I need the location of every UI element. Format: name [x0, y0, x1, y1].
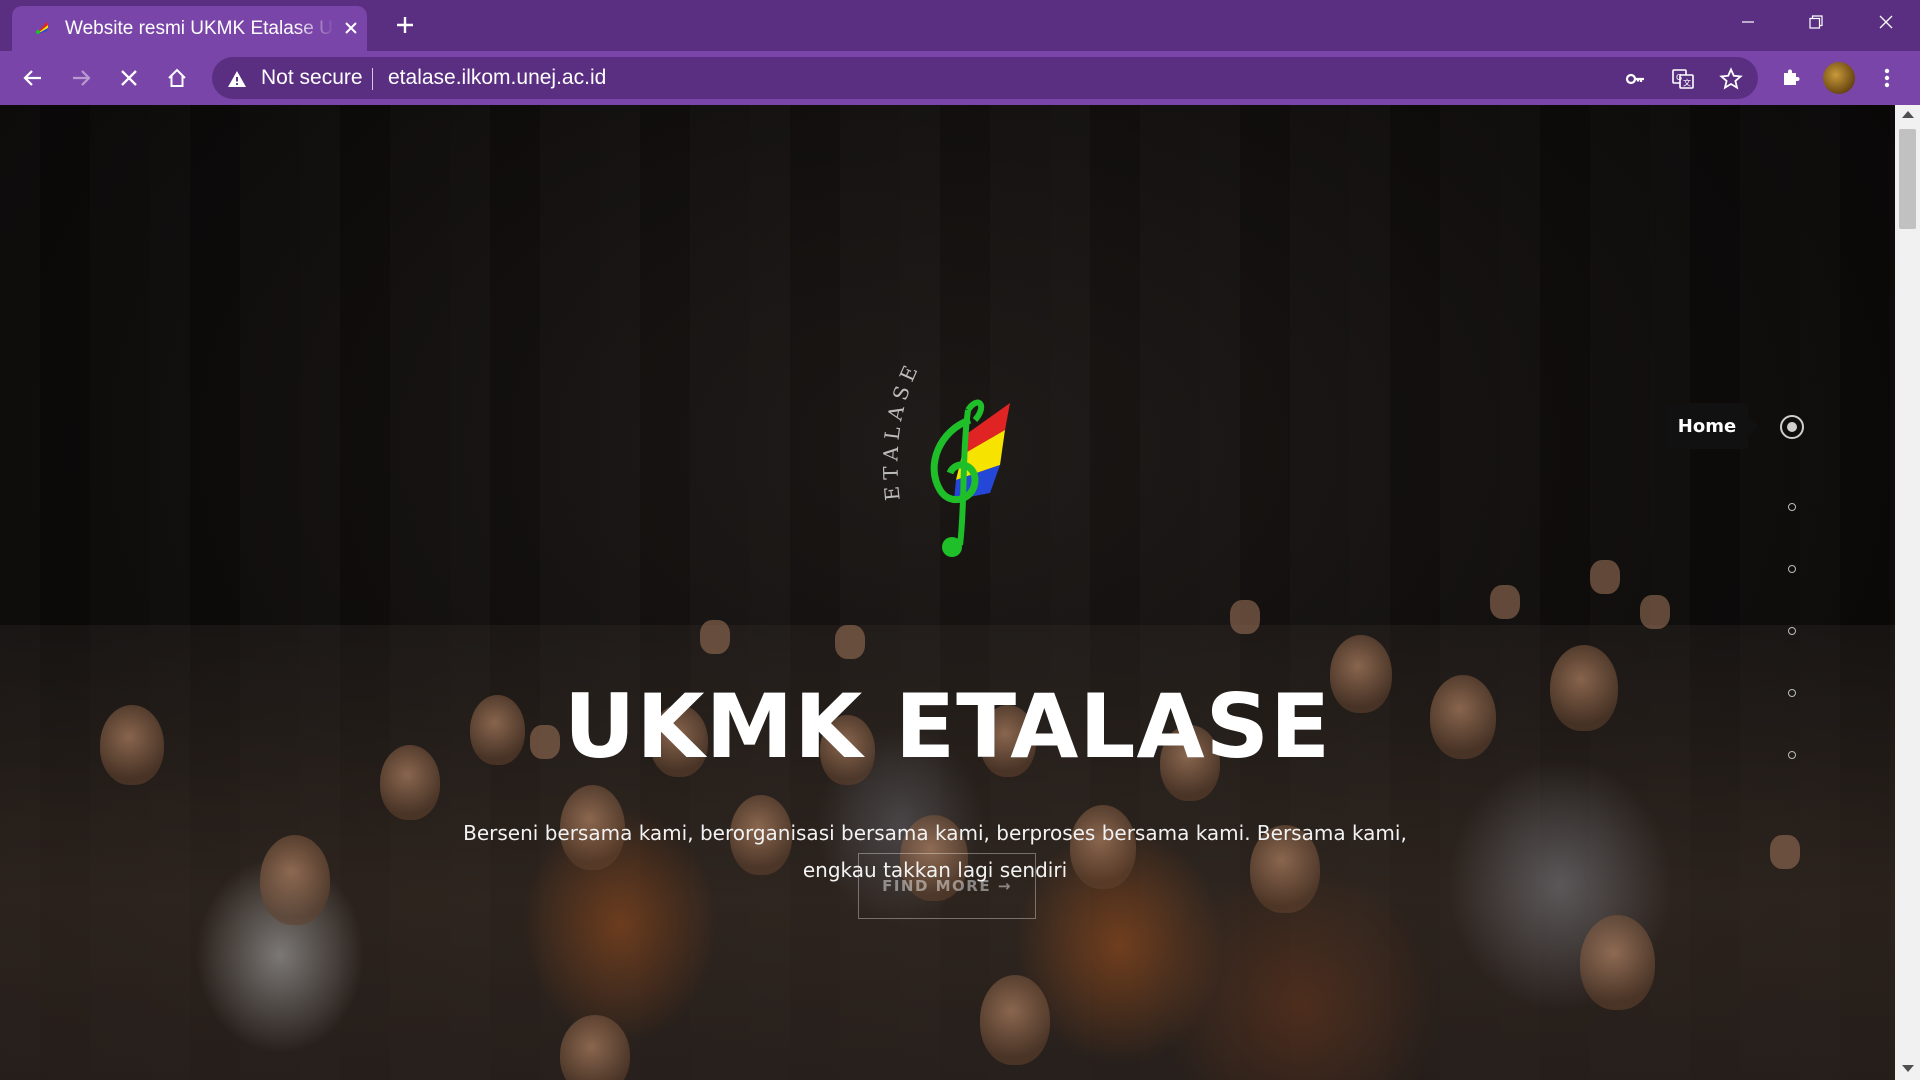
scroll-up-arrow-icon[interactable]	[1902, 111, 1914, 118]
minimize-icon[interactable]	[1720, 0, 1776, 44]
browser-toolbar: Not secure etalase.ilkom.unej.ac.id G文	[0, 51, 1920, 105]
browser-tabstrip: Website resmi UKMK Etalase UNEJ	[0, 0, 1920, 51]
page-scrollbar[interactable]	[1895, 105, 1920, 1080]
nav-dot-3[interactable]	[1788, 565, 1796, 573]
scroll-down-arrow-icon[interactable]	[1902, 1065, 1914, 1072]
etalase-favicon-icon	[33, 18, 51, 36]
nav-dot-6[interactable]	[1788, 751, 1796, 759]
section-dot-nav: Home	[1666, 403, 1880, 765]
svg-text:G: G	[1676, 73, 1682, 82]
omnibox-separator	[372, 68, 373, 90]
svg-text:文: 文	[1683, 78, 1691, 88]
profile-avatar[interactable]	[1823, 62, 1855, 94]
kebab-menu-icon[interactable]	[1872, 63, 1902, 93]
warning-triangle-icon[interactable]	[226, 68, 248, 90]
page-hero-section: ETALASE UKMK ETALASE Berseni bersama kam…	[0, 105, 1895, 1080]
url-text[interactable]: etalase.ilkom.unej.ac.id	[388, 66, 606, 90]
forward-arrow-icon[interactable]	[66, 63, 96, 93]
restore-icon[interactable]	[1788, 0, 1844, 44]
tab-close-icon[interactable]	[340, 17, 362, 39]
back-arrow-icon[interactable]	[18, 63, 48, 93]
key-icon[interactable]	[1622, 66, 1648, 92]
extensions-puzzle-icon[interactable]	[1776, 63, 1806, 93]
new-tab-plus-icon[interactable]	[390, 10, 420, 40]
window-close-icon[interactable]	[1858, 0, 1914, 44]
logo-arc-text: ETALASE	[878, 356, 925, 501]
hero-title: UKMK ETALASE	[563, 675, 1332, 778]
nav-dot-home[interactable]	[1780, 415, 1804, 439]
address-bar[interactable]: Not secure etalase.ilkom.unej.ac.id G文	[212, 57, 1758, 99]
nav-dot-4[interactable]	[1788, 627, 1796, 635]
tab-title: Website resmi UKMK Etalase UNEJ	[65, 18, 335, 39]
nav-tooltip-home: Home	[1666, 403, 1758, 449]
home-icon[interactable]	[162, 63, 192, 93]
nav-dot-5[interactable]	[1788, 689, 1796, 697]
scroll-thumb[interactable]	[1899, 129, 1916, 229]
etalase-logo: ETALASE	[878, 356, 1010, 557]
find-more-button[interactable]: FIND MORE →	[858, 853, 1036, 919]
browser-tab[interactable]: Website resmi UKMK Etalase UNEJ	[12, 6, 367, 51]
translate-icon[interactable]: G文	[1670, 66, 1696, 92]
stop-loading-icon[interactable]	[114, 63, 144, 93]
security-status[interactable]: Not secure	[261, 66, 363, 90]
bookmark-star-icon[interactable]	[1718, 66, 1744, 92]
nav-dot-2[interactable]	[1788, 503, 1796, 511]
